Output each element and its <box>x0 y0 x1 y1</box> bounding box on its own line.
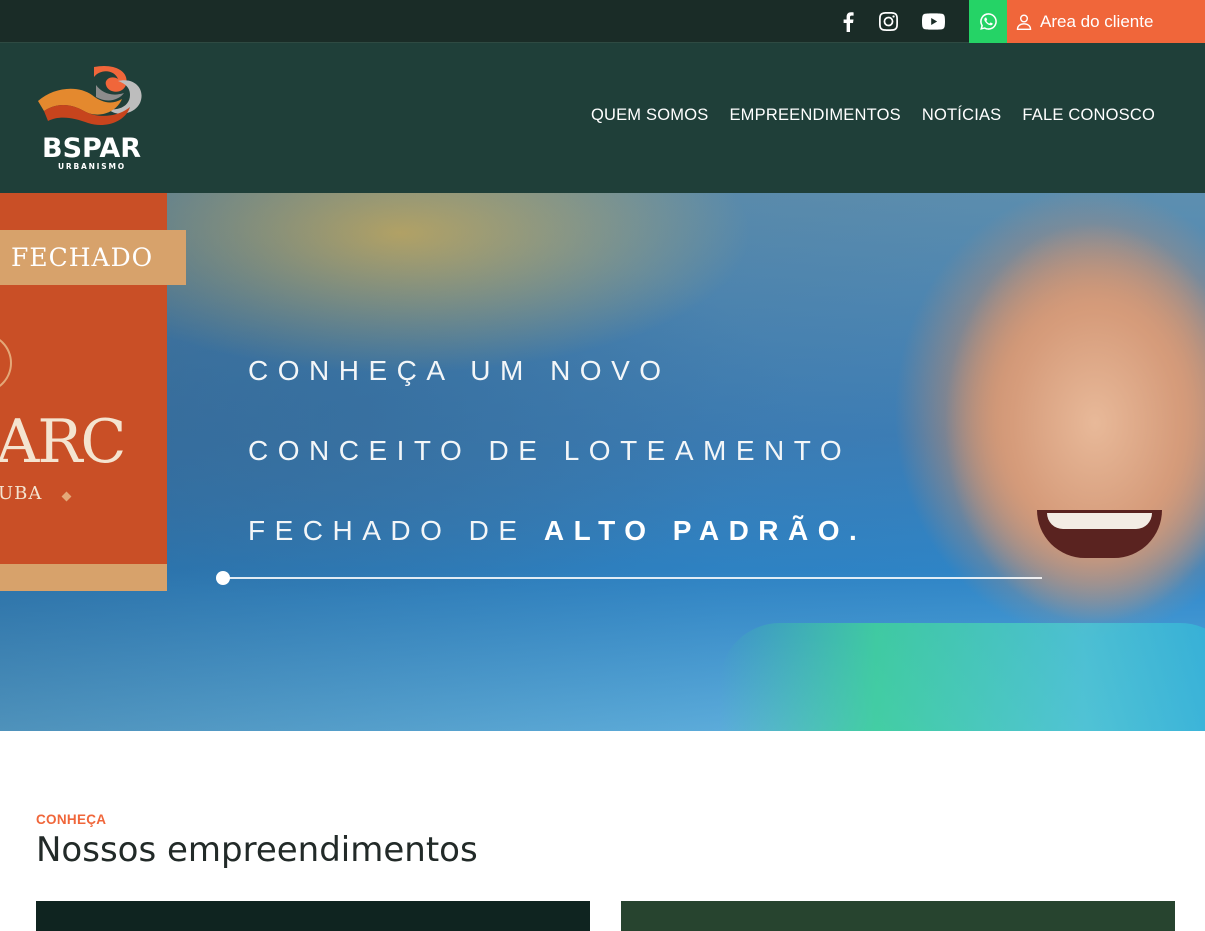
hero-banner: ARC UBA FECHADO CONHEÇA UM NOVO CONCEITO… <box>0 193 1205 731</box>
hero-headline-line-1: CONHEÇA UM NOVO <box>248 355 671 386</box>
sign-small-text: UBA <box>0 483 43 504</box>
hero-headline-line-3: FECHADO DE ALTO PADRÃO. <box>248 515 866 547</box>
logo-text: BSPAR <box>42 133 142 164</box>
top-bar: Area do cliente <box>0 0 1205 43</box>
site-header: BSPAR URBANISMO QUEM SOMOS EMPREENDIMENT… <box>0 43 1205 193</box>
hero-headline-line-2: CONCEITO DE LOTEAMENTO <box>248 435 852 466</box>
user-icon <box>1016 14 1032 30</box>
section-eyebrow: CONHEÇA <box>36 812 107 827</box>
sign-tag: FECHADO <box>0 230 186 285</box>
client-area-label: Area do cliente <box>1040 11 1154 31</box>
instagram-icon[interactable] <box>871 0 905 43</box>
development-card[interactable] <box>621 901 1175 931</box>
main-nav: QUEM SOMOS EMPREENDIMENTOS NOTÍCIAS FALE… <box>591 106 1155 125</box>
facebook-icon[interactable] <box>831 0 865 43</box>
whatsapp-icon <box>979 13 997 30</box>
nav-item-fale-conosco[interactable]: FALE CONOSCO <box>1022 106 1155 125</box>
nav-item-empreendimentos[interactable]: EMPREENDIMENTOS <box>729 106 900 125</box>
hero-headline-bold: ALTO PADRÃO. <box>543 515 867 546</box>
whatsapp-button[interactable] <box>969 0 1007 43</box>
slider-progress-track <box>216 571 1042 585</box>
section-title: Nossos empreendimentos <box>36 830 478 870</box>
sign-bottom-band <box>0 564 167 591</box>
nav-item-quem-somos[interactable]: QUEM SOMOS <box>591 106 709 125</box>
nav-item-noticias[interactable]: NOTÍCIAS <box>922 106 1002 125</box>
logo-subtext: URBANISMO <box>58 162 126 171</box>
hero-child-teeth <box>1047 513 1152 529</box>
hero-headline-prefix: FECHADO DE <box>248 515 544 546</box>
development-card[interactable] <box>36 901 590 931</box>
logo-mark-icon <box>38 65 142 126</box>
bspar-logo[interactable]: BSPAR URBANISMO <box>34 63 154 175</box>
youtube-icon[interactable] <box>916 0 950 43</box>
sign-arc-decoration <box>0 333 12 393</box>
sign-big-text: ARC <box>0 407 126 477</box>
slider-progress-handle[interactable] <box>216 571 230 585</box>
client-area-button[interactable]: Area do cliente <box>1007 0 1205 43</box>
sign-diamond-icon <box>61 491 72 502</box>
